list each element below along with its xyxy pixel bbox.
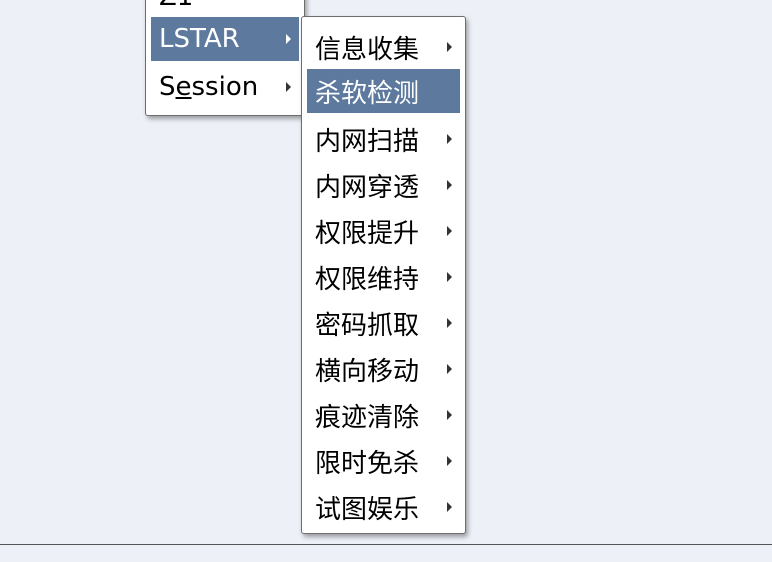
- submenu-item-info-gathering[interactable]: 信息收集: [307, 25, 460, 69]
- submenu-arrow-icon: [447, 226, 452, 236]
- submenu-item-label: 杀软检测: [315, 78, 420, 109]
- submenu-arrow-icon: [286, 34, 291, 44]
- submenu-item-label: 内网穿透: [315, 172, 420, 203]
- menu-item-session[interactable]: Session: [151, 65, 299, 109]
- submenu-arrow-icon: [447, 318, 452, 328]
- lstar-submenu: 信息收集 杀软检测 内网扫描 内网穿透 权限提升 权限维持 密码抓取 横向移动 …: [301, 16, 466, 534]
- submenu-item-entertainment[interactable]: 试图娱乐: [307, 485, 460, 529]
- submenu-item-label: 信息收集: [315, 34, 420, 65]
- submenu-arrow-icon: [447, 456, 452, 466]
- submenu-arrow-icon: [447, 410, 452, 420]
- submenu-item-label: 密码抓取: [315, 310, 420, 341]
- submenu-item-label: 横向移动: [315, 356, 420, 387]
- submenu-item-privilege-escalation[interactable]: 权限提升: [307, 209, 460, 253]
- submenu-arrow-icon: [447, 272, 452, 282]
- submenu-arrow-icon: [447, 180, 452, 190]
- submenu-item-label: 权限维持: [315, 264, 420, 295]
- submenu-item-label: 内网扫描: [315, 126, 420, 157]
- submenu-arrow-icon: [447, 364, 452, 374]
- main-context-menu: Z1 LSTAR Session: [145, 0, 305, 116]
- submenu-arrow-icon: [447, 42, 452, 52]
- submenu-item-label: 限时免杀: [315, 448, 420, 479]
- submenu-item-label: 试图娱乐: [315, 494, 420, 525]
- submenu-item-persistence[interactable]: 权限维持: [307, 255, 460, 299]
- submenu-item-credential-dump[interactable]: 密码抓取: [307, 301, 460, 345]
- submenu-item-intranet-scan[interactable]: 内网扫描: [307, 117, 460, 161]
- submenu-item-lateral-movement[interactable]: 横向移动: [307, 347, 460, 391]
- submenu-item-label: 权限提升: [315, 218, 420, 249]
- menu-item-lstar-label: LSTAR: [159, 24, 240, 54]
- submenu-item-trace-cleanup[interactable]: 痕迹清除: [307, 393, 460, 437]
- menu-item-z1-label: Z1: [159, 0, 193, 12]
- submenu-arrow-icon: [447, 134, 452, 144]
- menu-item-lstar[interactable]: LSTAR: [151, 17, 299, 61]
- menu-item-session-label: Session: [159, 72, 259, 102]
- submenu-item-av-detection[interactable]: 杀软检测: [307, 69, 460, 113]
- bottom-divider: [0, 544, 772, 545]
- submenu-item-label: 痕迹清除: [315, 402, 420, 433]
- submenu-arrow-icon: [286, 82, 291, 92]
- submenu-arrow-icon: [447, 502, 452, 512]
- submenu-item-intranet-tunnel[interactable]: 内网穿透: [307, 163, 460, 207]
- submenu-item-timed-av-bypass[interactable]: 限时免杀: [307, 439, 460, 483]
